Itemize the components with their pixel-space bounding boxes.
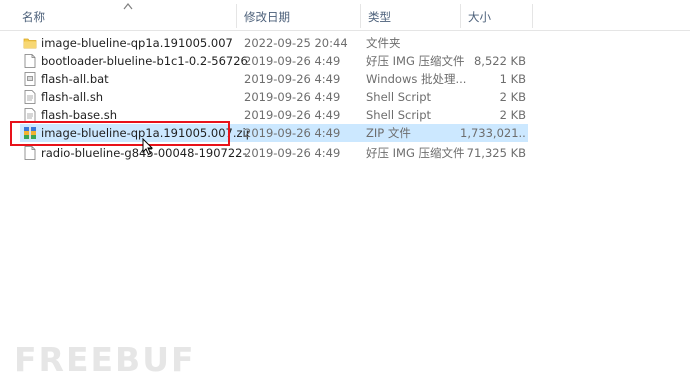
file-row[interactable]: flash-all.bat 2019-09-26 4:49 Windows 批处…: [20, 70, 528, 88]
file-type: Shell Script: [366, 108, 432, 122]
script-file-icon: [24, 90, 36, 104]
mouse-pointer-icon: [142, 138, 154, 156]
file-name: bootloader-blueline-b1c1-0.2-56726...: [41, 54, 249, 68]
file-type: 文件夹: [366, 36, 401, 50]
file-name: flash-base.sh: [41, 108, 118, 122]
file-type: ZIP 文件: [366, 126, 411, 140]
watermark-logo: FREEBUF: [14, 340, 196, 379]
file-row[interactable]: bootloader-blueline-b1c1-0.2-56726... 20…: [20, 52, 528, 70]
file-date: 2022-09-25 20:44: [244, 36, 348, 50]
file-row-folder[interactable]: image-blueline-qp1a.191005.007 2022-09-2…: [20, 34, 528, 52]
file-type: Windows 批处理...: [366, 72, 467, 86]
file-type: Shell Script: [366, 90, 432, 104]
folder-icon: [23, 38, 37, 49]
file-row-selected[interactable]: image-blueline-qp1a.191005.007.zip 2019-…: [20, 124, 528, 142]
file-size: [460, 34, 526, 52]
file-date: 2019-09-26 4:49: [244, 126, 341, 140]
column-divider[interactable]: [532, 4, 533, 28]
file-size: 8,522 KB: [473, 54, 526, 68]
file-date: 2019-09-26 4:49: [244, 72, 341, 86]
column-header-type[interactable]: 类型: [360, 0, 460, 30]
file-row[interactable]: radio-blueline-g845-00048-190722-... 201…: [20, 144, 528, 162]
file-name: flash-all.bat: [41, 72, 109, 86]
column-header-date[interactable]: 修改日期: [236, 0, 360, 30]
file-type: 好压 IMG 压缩文件: [366, 54, 465, 68]
column-header-name[interactable]: 名称: [14, 0, 236, 30]
file-icon: [24, 54, 36, 68]
file-size: 2 KB: [499, 90, 526, 104]
zip-archive-icon: [24, 127, 36, 139]
script-file-icon: [24, 108, 36, 122]
column-header-row: 名称 修改日期 类型 大小: [0, 0, 690, 31]
file-name: image-blueline-qp1a.191005.007: [41, 36, 233, 50]
file-row[interactable]: flash-base.sh 2019-09-26 4:49 Shell Scri…: [20, 106, 528, 124]
file-size: 1,733,021...: [460, 126, 526, 140]
file-name: flash-all.sh: [41, 90, 104, 104]
file-date: 2019-09-26 4:49: [244, 146, 341, 160]
file-size: 2 KB: [499, 108, 526, 122]
file-type: 好压 IMG 压缩文件: [366, 146, 465, 160]
file-date: 2019-09-26 4:49: [244, 54, 341, 68]
file-date: 2019-09-26 4:49: [244, 90, 341, 104]
file-row[interactable]: flash-all.sh 2019-09-26 4:49 Shell Scrip…: [20, 88, 528, 106]
file-date: 2019-09-26 4:49: [244, 108, 341, 122]
column-header-size[interactable]: 大小: [460, 0, 532, 30]
file-icon: [24, 146, 36, 160]
file-size: 1 KB: [499, 72, 526, 86]
batch-file-icon: [24, 72, 36, 86]
file-size: 71,325 KB: [466, 146, 526, 160]
